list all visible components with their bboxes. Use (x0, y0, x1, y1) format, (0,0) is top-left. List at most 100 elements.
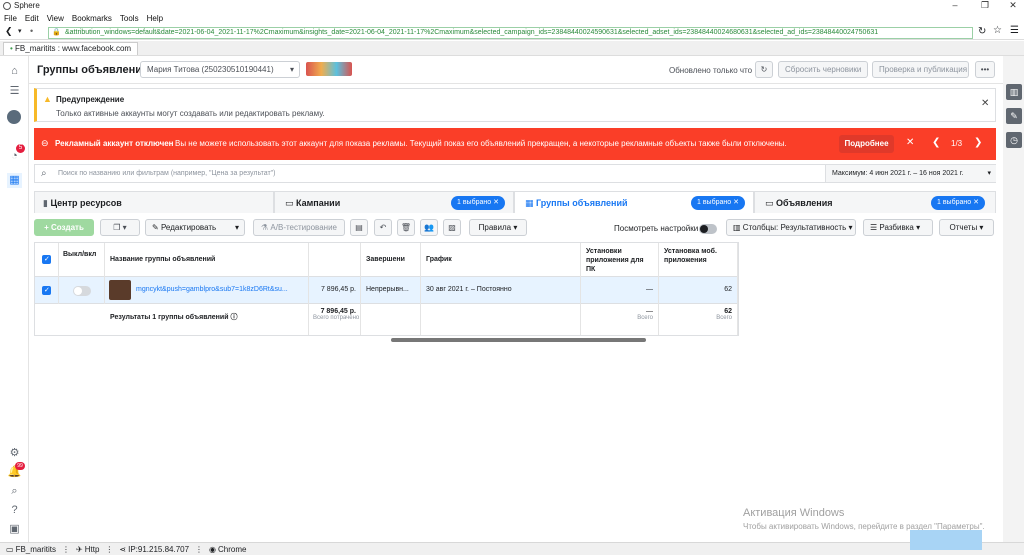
campaigns-selected-pill[interactable]: 1 выбрано ✕ (451, 196, 505, 210)
menu-file[interactable]: File (4, 14, 17, 23)
info-icon[interactable]: ⓘ (230, 314, 237, 321)
close-icon[interactable]: ✕ (981, 98, 989, 109)
row-installs-mobile: 62 (659, 277, 738, 304)
header-ends[interactable]: Завершени (361, 243, 421, 277)
report-icon[interactable]: ▣ (7, 522, 22, 537)
next-icon[interactable]: ❯ (974, 137, 982, 148)
create-button[interactable]: + Создать (34, 219, 94, 236)
close-window-icon[interactable]: ✕ (1003, 0, 1023, 11)
header-name[interactable]: Название группы объявлений (105, 243, 309, 277)
browser-icon: ◉ (209, 544, 217, 554)
adsets-selected-pill[interactable]: 1 выбрано ✕ (691, 196, 745, 210)
tab-resources[interactable]: ▮ Центр ресурсов (34, 191, 274, 213)
edit-button[interactable]: ✎ Редактировать ▾ (145, 219, 245, 236)
menu-help[interactable]: Help (147, 14, 163, 23)
row-name-cell: mgncykt&push=gamblpro&sub7=1k8zD6Rt&su..… (105, 277, 309, 304)
status-protocol[interactable]: Http (85, 545, 100, 554)
menu-tools[interactable]: Tools (120, 14, 139, 23)
table-row[interactable]: mgncykt&push=gamblpro&sub7=1k8zD6Rt&su..… (35, 277, 738, 304)
columns-button[interactable]: ▥ Столбцы: Результативность ▾ (726, 219, 856, 236)
row-name-link[interactable]: mgncykt&push=gamblpro&sub7=1k8zD6Rt&su..… (136, 286, 288, 293)
row-status-toggle[interactable] (73, 286, 91, 296)
help-icon[interactable]: ? (7, 503, 22, 518)
ads-selected-pill[interactable]: 1 выбрано ✕ (931, 196, 985, 210)
menu-bookmarks[interactable]: Bookmarks (72, 14, 112, 23)
tab-adsets[interactable]: ▦ Группы объявлений 1 выбрано ✕ (514, 191, 754, 213)
ab-test-button[interactable]: ⚗ А/В-тестирование (253, 219, 345, 236)
audience-button[interactable]: 👥 (420, 219, 438, 236)
tab-bar: • FB_maritits : www.facebook.com (0, 41, 1024, 56)
dashboard-icon[interactable]: ◔ 5 (7, 144, 25, 164)
date-range-label: Максимум: 4 июн 2021 г. – 16 ноя 2021 г. (832, 170, 964, 177)
tab-campaigns[interactable]: ▭ Кампании 1 выбрано ✕ (274, 191, 514, 213)
clock-icon[interactable]: ◷ (1006, 132, 1022, 148)
table-header-row: Выкл/вкл Название группы объявлений Заве… (35, 243, 738, 277)
maximize-icon[interactable]: ❐ (975, 0, 995, 11)
review-publish-button[interactable]: Проверка и публикация (872, 61, 969, 78)
learn-more-button[interactable]: Подробнее (839, 135, 894, 153)
header-installs-pc[interactable]: Установки приложения для ПК (581, 243, 659, 277)
more-options-button[interactable]: ••• (975, 61, 995, 78)
row-ends: Непрерывн... (361, 277, 421, 304)
address-bar[interactable]: 🔒 &attribution_windows=default&date=2021… (48, 27, 973, 39)
reload-icon[interactable]: ↻ (978, 26, 986, 37)
home-icon[interactable]: ⌂ (7, 64, 22, 79)
header-spent[interactable] (309, 243, 361, 277)
rules-button[interactable]: Правила ▾ (469, 219, 527, 236)
profile-icon: ▭ (6, 544, 14, 554)
discard-drafts-button[interactable]: Сбросить черновики (778, 61, 868, 78)
horizontal-scrollbar[interactable] (391, 338, 646, 342)
folder-icon: ▭ (285, 198, 294, 208)
separator-icon: ⋮ (195, 544, 204, 554)
tab-ads[interactable]: ▭ Объявления 1 выбрано ✕ (754, 191, 996, 213)
ad-icon: ▭ (765, 198, 774, 208)
chart-icon[interactable]: ▥ (1006, 84, 1022, 100)
refresh-button[interactable]: ↻ (755, 61, 773, 78)
header-installs-mobile[interactable]: Установка моб. приложения (659, 243, 738, 277)
search-input[interactable]: Поиск по названию или фильтрам (например… (58, 170, 275, 177)
history-dropdown-icon[interactable]: ▾ (18, 27, 22, 35)
breakdown-button[interactable]: ☰ Разбивка ▾ (863, 219, 933, 236)
date-range-picker[interactable]: Максимум: 4 июн 2021 г. – 16 ноя 2021 г.… (825, 165, 996, 182)
notes-button[interactable]: ▤ (350, 219, 368, 236)
totals-ends-cell (361, 304, 421, 335)
pencil-icon[interactable]: ✎ (1006, 108, 1022, 124)
bookmark-star-icon[interactable]: ☆ (993, 25, 1002, 36)
warning-title: Предупреждение (56, 95, 125, 104)
tab-ads-label: Объявления (776, 198, 833, 208)
status-ip[interactable]: IP:91.215.84.707 (128, 545, 189, 554)
minimize-icon[interactable]: – (945, 0, 965, 10)
duplicate-button[interactable]: ❐ ▾ (100, 219, 140, 236)
forward-icon[interactable]: • (30, 26, 33, 36)
avatar[interactable] (7, 110, 22, 125)
search-bar: ⌕ Поиск по названию или фильтрам (наприм… (34, 164, 996, 183)
back-icon[interactable]: ❮ (5, 26, 13, 37)
menu-view[interactable]: View (47, 14, 64, 23)
ab-test-label: А/В-тестирование (270, 223, 337, 232)
header-toggle[interactable]: Выкл/вкл (59, 243, 105, 277)
browser-tab[interactable]: • FB_maritits : www.facebook.com (3, 42, 139, 55)
alerts-icon[interactable]: 🔔 99 (7, 462, 25, 480)
prev-icon[interactable]: ❮ (932, 137, 940, 148)
header-schedule[interactable]: График (421, 243, 581, 277)
settings-icon[interactable]: ⚙ (7, 446, 22, 461)
view-settings-toggle[interactable] (699, 224, 717, 234)
select-all-checkbox[interactable] (42, 255, 51, 264)
hamburger-menu-icon[interactable]: ☰ (7, 84, 22, 99)
row-checkbox[interactable] (42, 286, 51, 295)
reports-button[interactable]: Отчеты ▾ (939, 219, 994, 236)
status-profile[interactable]: FB_maritits (16, 545, 56, 554)
status-browser[interactable]: Chrome (218, 545, 246, 554)
account-selector[interactable]: Мария Титова (250230510190441) ▾ (140, 61, 300, 78)
preview-button[interactable]: ▨ (443, 219, 461, 236)
error-title: Рекламный аккаунт отключен (55, 139, 174, 148)
flask-icon: ⚗ (261, 223, 269, 232)
menu-edit[interactable]: Edit (25, 14, 39, 23)
search-icon[interactable]: ⌕ (7, 484, 22, 499)
delete-button[interactable]: 🗑 (397, 219, 415, 236)
ads-manager-grid-icon[interactable]: ▦ (7, 173, 22, 188)
browser-menu-icon[interactable]: ☰ (1010, 25, 1019, 36)
close-error-icon[interactable]: ✕ (906, 137, 914, 148)
error-icon: ⊖ (41, 138, 49, 148)
undo-button[interactable]: ↶ (374, 219, 392, 236)
